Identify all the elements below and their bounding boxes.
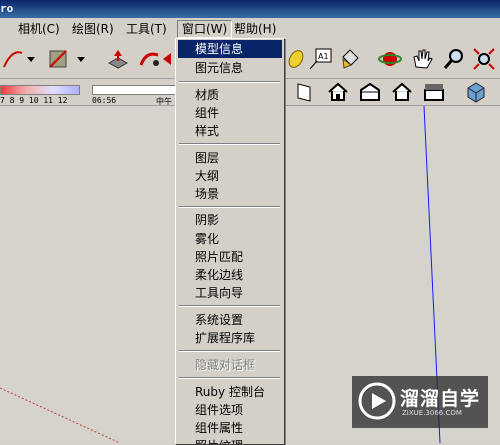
menu-tools[interactable]: 工具(T) <box>126 21 167 37</box>
menu-separator <box>179 143 280 145</box>
menu-item-hide-dialogs: 隐藏对话框 <box>195 358 256 372</box>
menu-item-materials[interactable]: 材质 <box>178 86 282 104</box>
menu-draw[interactable]: 绘图(R) <box>72 21 114 37</box>
menu-window[interactable]: 窗口(W) <box>177 20 233 38</box>
orbit-icon[interactable] <box>376 45 404 73</box>
dropdown-arrow-icon[interactable] <box>74 45 88 73</box>
menu-camera[interactable]: 相机(C) <box>18 21 60 37</box>
pan-icon[interactable] <box>408 45 436 73</box>
menu-item-components[interactable]: 组件 <box>178 104 282 122</box>
menu-item-preferences[interactable]: 系统设置 <box>178 311 282 329</box>
watermark: 溜溜自学 ZIXUE.3066.COM <box>352 376 488 428</box>
menu-item-layers[interactable]: 图层 <box>178 149 282 167</box>
front-view-icon[interactable] <box>356 78 384 106</box>
time-slider[interactable] <box>92 85 178 95</box>
menu-item-extension-warehouse[interactable]: 扩展程序库 <box>178 329 282 347</box>
dropdown-arrow-icon[interactable] <box>24 45 38 73</box>
menu-bar: 相机(C) 绘图(R) 工具(T) 窗口(W) 帮助(H) <box>0 18 500 40</box>
date-slider[interactable] <box>0 85 80 95</box>
watermark-title: 溜溜自学 <box>400 388 481 410</box>
zoom-extents-icon[interactable] <box>470 45 498 73</box>
month-ticks: 7 8 9 10 11 12 <box>0 96 68 105</box>
menu-separator <box>179 206 280 208</box>
text-label-caption: A1 <box>318 52 329 61</box>
menu-item-component-options[interactable]: 组件选项 <box>178 401 282 419</box>
menu-item-entity-info[interactable]: 图元信息 <box>178 59 282 77</box>
window-title: ro <box>0 2 14 15</box>
window-menu-dropdown: 模型信息 图元信息 材质 组件 样式 图层 大纲 场景 阴影 雾化 照片匹配 柔… <box>175 38 285 445</box>
menu-item-soften-edges[interactable]: 柔化边线 <box>178 266 282 284</box>
time-label: 06:56 <box>92 96 117 105</box>
paint-bucket-icon[interactable] <box>336 45 364 73</box>
menu-item-ruby-console[interactable]: Ruby 控制台 <box>178 383 282 401</box>
back-view-icon[interactable] <box>290 78 318 106</box>
iso-view-icon[interactable] <box>462 78 490 106</box>
red-axis <box>0 387 121 443</box>
home-icon[interactable] <box>324 78 352 106</box>
title-bar: ro <box>0 0 500 18</box>
left-view-icon[interactable] <box>420 78 448 106</box>
eraser-icon[interactable] <box>44 45 72 73</box>
menu-help[interactable]: 帮助(H) <box>234 21 276 37</box>
menu-item-fog[interactable]: 雾化 <box>178 230 282 248</box>
menu-item-model-info[interactable]: 模型信息 <box>178 40 282 58</box>
menu-item-shadows[interactable]: 阴影 <box>178 211 282 229</box>
menu-item-outliner[interactable]: 大纲 <box>178 167 282 185</box>
menu-item-match-photo[interactable]: 照片匹配 <box>178 248 282 266</box>
watermark-url: ZIXUE.3066.COM <box>402 409 462 417</box>
offset-icon[interactable] <box>160 45 174 73</box>
menu-item-component-attributes[interactable]: 组件属性 <box>178 419 282 437</box>
menu-separator <box>179 350 280 352</box>
menu-item-instructor[interactable]: 工具向导 <box>178 284 282 302</box>
menu-separator <box>179 305 280 307</box>
push-pull-icon[interactable] <box>104 45 132 73</box>
menu-separator <box>179 81 280 83</box>
right-view-icon[interactable] <box>388 78 416 106</box>
menu-item-photo-textures[interactable]: 照片纹理 <box>178 437 282 444</box>
text-label-icon[interactable]: A1 <box>306 45 334 73</box>
zoom-icon[interactable] <box>440 45 468 73</box>
menu-separator <box>179 377 280 379</box>
play-logo-icon <box>358 382 396 420</box>
menu-item-scenes[interactable]: 场景 <box>178 185 282 203</box>
menu-item-styles[interactable]: 样式 <box>178 122 282 140</box>
